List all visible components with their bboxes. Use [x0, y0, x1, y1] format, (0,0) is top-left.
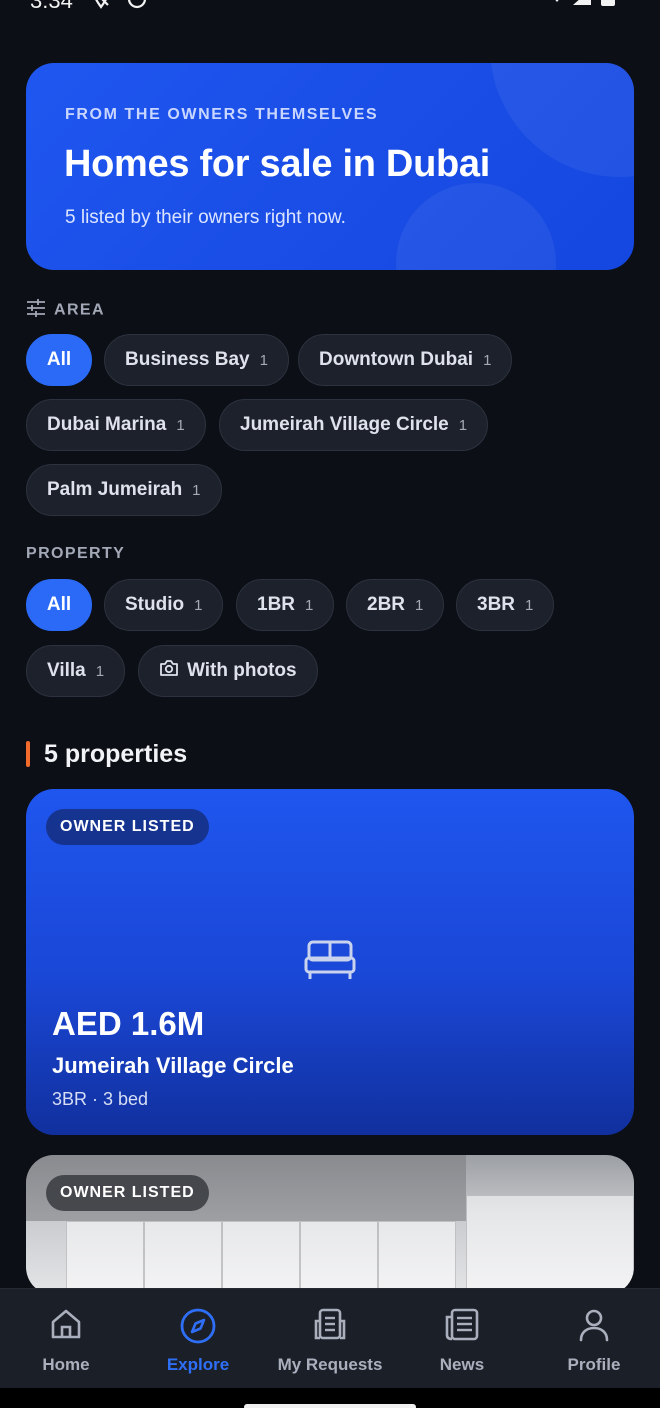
chip-count: 1 [415, 596, 424, 614]
chip-count: 1 [95, 662, 105, 680]
home-indicator[interactable] [244, 1404, 416, 1408]
requests-icon [312, 1307, 348, 1348]
chip-count: 1 [458, 416, 468, 434]
chip-label: 1BR [257, 594, 296, 615]
property-chip-with-photos[interactable]: With photos [138, 645, 318, 697]
chip-count: 1 [259, 351, 268, 369]
location-off-icon [90, 0, 112, 15]
signal-icon [572, 0, 592, 11]
owner-listed-badge: OWNER LISTED [46, 809, 209, 845]
profile-icon [577, 1307, 611, 1348]
property-chip-2br[interactable]: 2BR 1 [346, 579, 445, 631]
chip-label: Palm Jumeirah [47, 479, 183, 500]
chip-label: Downtown Dubai [319, 349, 474, 370]
property-chip-villa[interactable]: Villa 1 [26, 645, 126, 697]
gesture-bar [0, 1388, 660, 1408]
chip-label: Dubai Marina [47, 414, 167, 435]
explore-screen: 3:34 FROM THE OWNERS THEMSELVES Homes fo… [0, 0, 660, 1408]
chip-label: Business Bay [125, 349, 250, 370]
nav-home[interactable]: Home [0, 1289, 132, 1389]
nav-news[interactable]: News [396, 1289, 528, 1389]
chip-label: All [46, 349, 72, 370]
property-chip-1br[interactable]: 1BR 1 [236, 579, 335, 631]
chip-label: 2BR [367, 594, 406, 615]
listing-price: AED 1.6M [52, 1005, 205, 1042]
chip-label: Jumeirah Village Circle [240, 414, 449, 435]
area-label-text: AREA [54, 301, 105, 319]
results-marker [26, 741, 30, 767]
chip-count: 1 [176, 416, 185, 434]
chip-label: 3BR [477, 594, 516, 615]
nav-label: News [439, 1355, 485, 1374]
chip-label: Villa [47, 660, 86, 681]
status-bar: 3:34 [0, 0, 660, 16]
nav-profile[interactable]: Profile [528, 1289, 660, 1389]
area-chip-downtown-dubai[interactable]: Downtown Dubai 1 [298, 334, 513, 386]
bottom-nav: Home Explore My Requests News Profile [0, 1288, 660, 1388]
owner-listed-badge: OWNER LISTED [46, 1175, 209, 1211]
hero-subtitle: 5 listed by their owners right now. [65, 207, 346, 228]
nav-label: Explore [166, 1355, 230, 1374]
hero-title: Homes for sale in Dubai [64, 143, 490, 185]
area-chip-jumeirah-village-circle[interactable]: Jumeirah Village Circle 1 [219, 399, 489, 451]
listing-meta: 3BR · 3 bed [52, 1089, 149, 1109]
bed-icon [304, 939, 356, 986]
status-time: 3:34 [30, 0, 73, 13]
listing-area: Jumeirah Village Circle [52, 1053, 294, 1078]
chip-count: 1 [194, 596, 203, 614]
hero-banner: FROM THE OWNERS THEMSELVES Homes for sal… [26, 63, 634, 270]
chip-count: 1 [525, 596, 534, 614]
nav-my-requests[interactable]: My Requests [264, 1289, 396, 1389]
area-chip-all[interactable]: All [26, 334, 92, 386]
listing-card[interactable]: OWNER LISTED [26, 1155, 634, 1295]
hero-decoration [396, 183, 556, 270]
chip-count: 1 [483, 351, 492, 369]
camera-icon [159, 659, 179, 683]
nav-label: Profile [567, 1355, 621, 1374]
property-chip-all[interactable]: All [26, 579, 92, 631]
property-chip-3br[interactable]: 3BR 1 [456, 579, 555, 631]
results-count: 5 properties [44, 739, 188, 768]
chip-label: With photos [187, 660, 297, 681]
chip-count: 1 [305, 596, 314, 614]
battery-icon [600, 0, 616, 11]
hero-decoration [490, 63, 634, 177]
home-icon [49, 1307, 83, 1346]
area-section-label: AREA [26, 298, 105, 323]
sync-icon [126, 0, 148, 15]
chip-label: Studio [125, 594, 185, 615]
listing-card[interactable]: OWNER LISTED AED 1.6M Jumeirah Village C… [26, 789, 634, 1135]
area-chip-dubai-marina[interactable]: Dubai Marina 1 [26, 399, 206, 451]
wifi-icon [546, 0, 568, 11]
results-header: 5 properties [26, 740, 187, 768]
nav-label: Home [42, 1355, 90, 1374]
compass-icon [179, 1307, 217, 1350]
area-chip-palm-jumeirah[interactable]: Palm Jumeirah 1 [26, 464, 222, 516]
chip-count: 1 [192, 481, 201, 499]
property-section-label: PROPERTY [26, 545, 126, 562]
sliders-icon [26, 298, 46, 323]
hero-eyebrow: FROM THE OWNERS THEMSELVES [65, 106, 379, 123]
property-chip-studio[interactable]: Studio 1 [104, 579, 224, 631]
chip-label: All [46, 594, 72, 615]
area-chip-business-bay[interactable]: Business Bay 1 [104, 334, 289, 386]
nav-explore[interactable]: Explore [132, 1289, 264, 1389]
news-icon [444, 1307, 480, 1348]
nav-label: My Requests [277, 1355, 383, 1374]
